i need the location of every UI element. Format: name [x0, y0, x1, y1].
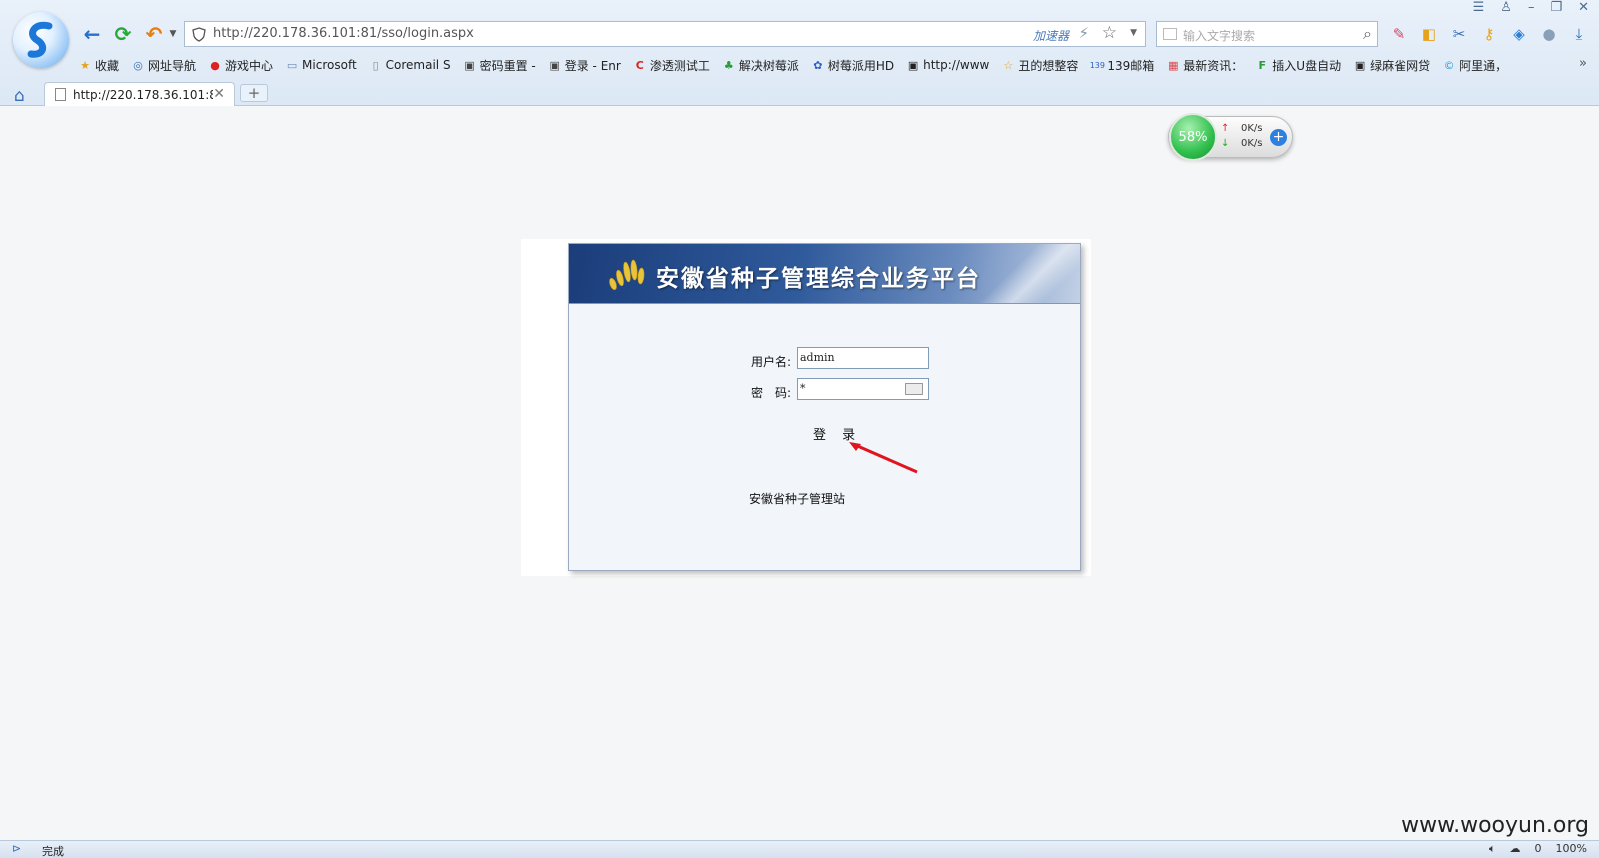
close-icon[interactable]: ✕	[1578, 0, 1589, 15]
bookmark-item[interactable]: ▣ 密码重置 -	[463, 55, 535, 75]
status-bar: ⊳ 完成 🔈︎ ☁︎ 0 100%	[0, 840, 1599, 858]
menu-icon[interactable]: ☰	[1473, 0, 1485, 15]
counter[interactable]: 0	[1535, 842, 1542, 856]
paw-icon: ✿	[813, 58, 823, 72]
tab-close-icon[interactable]: ✕	[213, 86, 225, 102]
upload-arrow-icon: ↑	[1221, 123, 1230, 134]
f-logo-icon: F	[1258, 58, 1267, 72]
bookmark-item[interactable]: ▯ Coremail S	[369, 55, 451, 75]
red-arrow-annotation	[849, 442, 918, 474]
folder-icon: ▭	[286, 58, 298, 72]
plus-icon[interactable]: +	[1270, 129, 1287, 146]
shield-icon	[192, 27, 206, 42]
image-search-icon[interactable]	[1163, 28, 1177, 40]
guard-shield-icon[interactable]: ◈	[1508, 24, 1530, 44]
ali-icon: ©	[1443, 58, 1455, 72]
image-icon: ▣	[907, 58, 919, 72]
image-icon: ▣	[549, 58, 560, 72]
banner: 安徽省种子管理综合业务平台	[569, 244, 1080, 304]
organization-name: 安徽省种子管理站	[749, 492, 846, 506]
bookmark-item[interactable]: C 渗透测试工	[633, 55, 710, 75]
bookmark-item[interactable]: ◎ 网址导航	[131, 55, 196, 75]
image-icon: ▣	[1354, 58, 1366, 72]
bookmark-item[interactable]: F 插入U盘自动	[1255, 55, 1342, 75]
key-icon[interactable]: ⚷	[1478, 24, 1500, 44]
home-icon[interactable]: ⌂	[14, 86, 25, 106]
bookmark-item[interactable]: ▦ 最新资讯：	[1166, 55, 1243, 75]
bookmark-item[interactable]: ★ 收藏	[78, 55, 119, 75]
bookmarks-bar: ★ 收藏 ◎ 网址导航 ● 游戏中心 ▭ Microsoft ▯ Coremail S ▣…	[78, 55, 1507, 75]
login-panel: 安徽省种子管理综合业务平台	[568, 243, 1081, 571]
new-tab-button[interactable]: +	[240, 84, 268, 102]
username-field[interactable]: admin	[797, 347, 929, 369]
game-icon: ●	[210, 58, 220, 72]
news-icon: ▦	[1168, 58, 1179, 72]
soft-keyboard-icon[interactable]	[905, 383, 923, 395]
search-box[interactable]: 输入文字搜索 ⌕	[1156, 21, 1378, 47]
watermark: www.wooyun.org	[1401, 813, 1589, 838]
plant-icon: ♣	[723, 58, 734, 72]
toolbar-icons: ✎ ◧ ✂ ⚷ ◈ ● ⤓	[1388, 24, 1590, 44]
tab-title: http://220.178.36.101:8	[73, 88, 213, 102]
favorite-star-icon[interactable]: ☆	[1102, 23, 1117, 43]
network-speed-widget[interactable]: 58% ↑ 0K/s ↓ 0K/s +	[1168, 113, 1293, 161]
undo-dropdown-icon[interactable]: ▼	[161, 22, 185, 46]
window-controls: ☰ ♙ – ❐ ✕	[1473, 0, 1589, 15]
browser-logo[interactable]	[13, 12, 69, 68]
image-icon: ▣	[464, 58, 475, 72]
back-button[interactable]: ←	[80, 22, 104, 46]
password-label: 密 码:	[751, 386, 792, 400]
bookmark-item[interactable]: 139 139邮箱	[1089, 55, 1155, 75]
bookmark-item[interactable]: ▣ 绿麻雀网贷	[1353, 55, 1430, 75]
globe-icon: ◎	[133, 58, 143, 72]
skin-icon[interactable]: ♙	[1500, 0, 1512, 15]
scissors-icon[interactable]: ✂	[1448, 24, 1470, 44]
bookmark-item[interactable]: ☆ 丑的想整容	[1001, 55, 1078, 75]
download-arrow-icon: ↓	[1221, 138, 1230, 149]
address-bar[interactable]: http://220.178.36.101:81/sso/login.aspx …	[184, 21, 1146, 47]
star-icon: ☆	[1003, 58, 1014, 72]
minimize-icon[interactable]: –	[1528, 0, 1535, 15]
search-input[interactable]: 输入文字搜索	[1183, 27, 1255, 44]
status-text: 完成	[42, 845, 64, 858]
screenshot-icon[interactable]: ✎	[1388, 24, 1410, 44]
download-icon[interactable]: ⤓	[1568, 24, 1590, 44]
memory-percent[interactable]: 58%	[1169, 113, 1217, 161]
platform-title: 安徽省种子管理综合业务平台	[656, 266, 981, 292]
bookmark-item[interactable]: ✿ 树莓派用HD	[811, 55, 894, 75]
username-label: 用户名:	[751, 355, 792, 369]
zoom-level[interactable]: 100%	[1556, 842, 1587, 856]
bookmark-item[interactable]: © 阿里通，	[1442, 55, 1508, 75]
restore-icon[interactable]: ❐	[1550, 0, 1562, 15]
star-icon: ★	[80, 58, 90, 72]
address-dropdown-icon[interactable]: ▼	[1130, 28, 1137, 38]
search-icon[interactable]: ⌕	[1363, 24, 1372, 44]
mail139-icon: 139	[1089, 60, 1105, 70]
speaker-icon[interactable]: 🔈︎	[1489, 842, 1496, 856]
wheat-logo-icon	[609, 259, 645, 291]
download-speed: 0K/s	[1241, 138, 1263, 149]
upload-speed: 0K/s	[1241, 123, 1263, 134]
status-right: 🔈︎ ☁︎ 0 100%	[1489, 842, 1587, 856]
refresh-button[interactable]: ⟳	[111, 22, 135, 46]
url-text: http://220.178.36.101:81/sso/login.aspx	[213, 26, 474, 41]
tab-login[interactable]: http://220.178.36.101:8 ✕	[44, 82, 235, 106]
page-icon: ▯	[372, 58, 379, 72]
cloud-icon[interactable]: ☁︎	[1510, 842, 1521, 856]
bookmark-item[interactable]: ● 游戏中心	[208, 55, 273, 75]
sync-icon[interactable]: ◧	[1418, 24, 1440, 44]
bolt-icon[interactable]: ⚡	[1078, 24, 1089, 42]
bookmark-item[interactable]: ▣ 登录 - Enr	[548, 55, 621, 75]
page-icon	[55, 88, 66, 101]
bookmark-item[interactable]: ♣ 解决树莓派	[722, 55, 799, 75]
c-logo-icon: C	[635, 58, 644, 72]
browser-chrome: ← ⟳ ↶ ▼ http://220.178.36.101:81/sso/log…	[0, 0, 1599, 106]
chat-icon[interactable]: ●	[1538, 24, 1560, 44]
bookmarks-more-icon[interactable]: »	[1579, 56, 1587, 71]
status-toggle-icon[interactable]: ⊳	[12, 842, 21, 855]
bookmark-item[interactable]: ▣ http://www	[906, 55, 989, 75]
bookmark-item[interactable]: ▭ Microsoft	[285, 55, 357, 75]
accelerator-label[interactable]: 加速器	[1033, 27, 1069, 44]
